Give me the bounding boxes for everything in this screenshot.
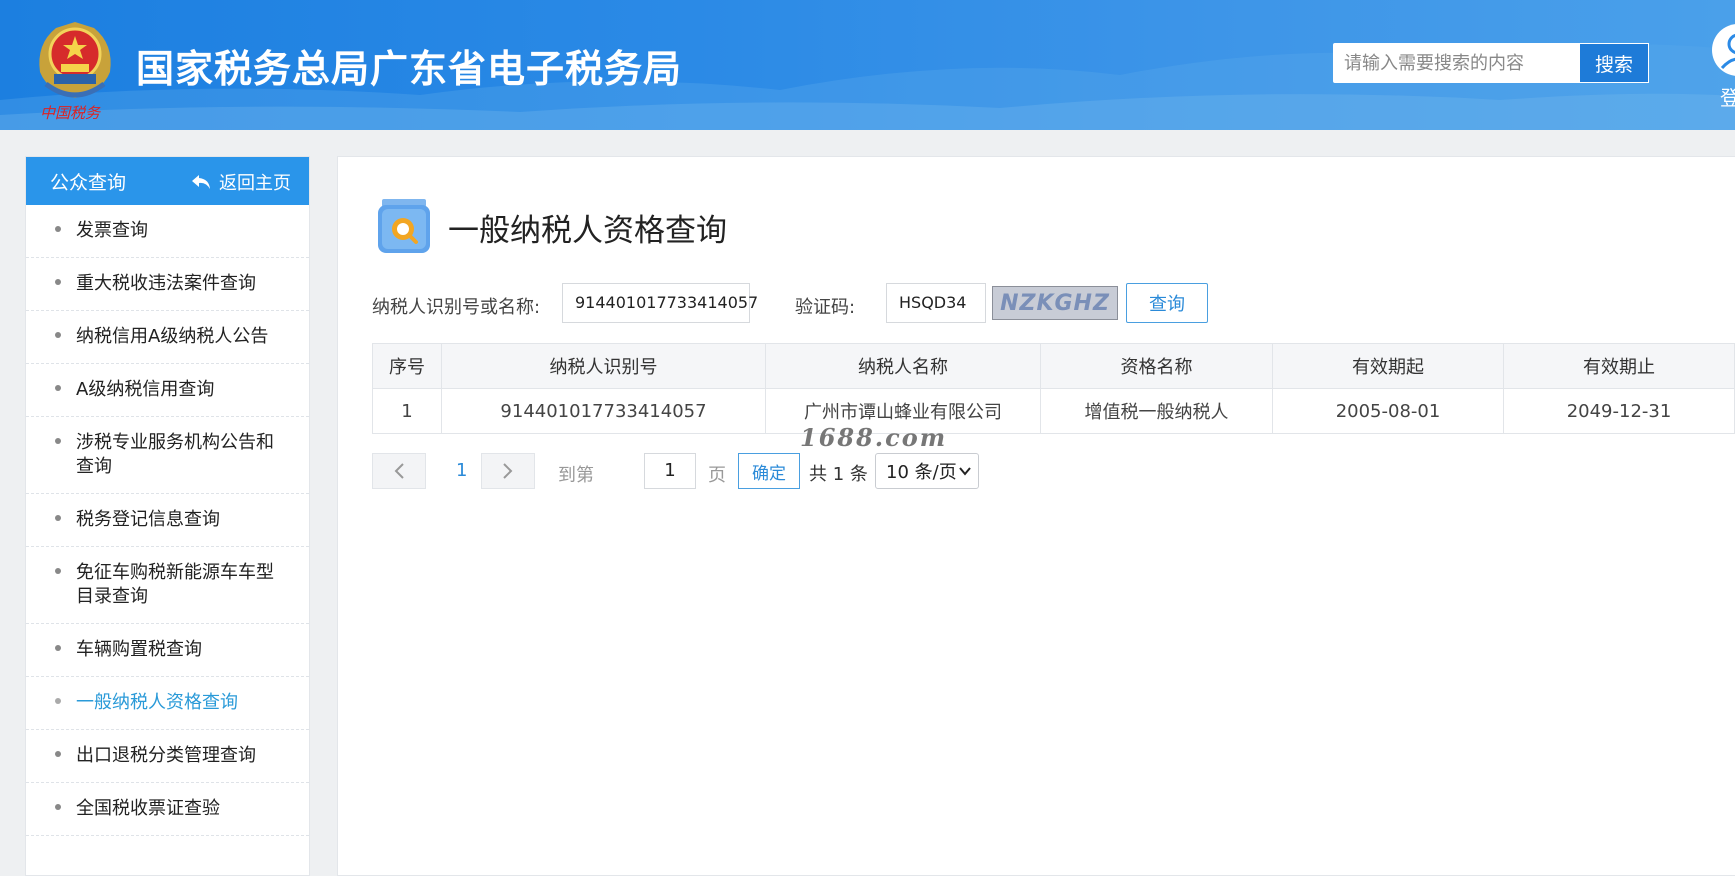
bullet-dot: [55, 804, 61, 810]
sidebar-item-label: 出口退税分类管理查询: [76, 745, 256, 766]
pagination: 1 到第 1 页 确定 共 1 条 10 条/页: [372, 453, 1072, 491]
chevron-down-icon: [959, 467, 971, 476]
sidebar-item-a-level-credit-query[interactable]: A级纳税信用查询: [26, 364, 309, 417]
bullet-dot: [55, 698, 61, 704]
page-number-current[interactable]: 1: [456, 460, 467, 481]
emblem-caption: 中国税务: [40, 104, 101, 122]
sidebar-item-new-energy-vehicle-catalog[interactable]: 免征车购税新能源车车型目录查询: [26, 547, 309, 624]
site-header: 中国税务 国家税务总局广东省电子税务局 搜索 登: [0, 0, 1735, 130]
sidebar-item-label: 涉税专业服务机构公告和查询: [76, 432, 274, 477]
bullet-dot: [55, 385, 61, 391]
total-count: 共 1 条: [809, 464, 868, 485]
bullet-dot: [55, 568, 61, 574]
chevron-left-icon: [394, 463, 404, 479]
sidebar-item-general-taxpayer-query[interactable]: 一般纳税人资格查询: [26, 677, 309, 730]
user-avatar-icon[interactable]: [1712, 24, 1735, 76]
sidebar-item-label: 免征车购税新能源车车型目录查询: [76, 562, 274, 607]
sidebar-item-tax-receipt-verify[interactable]: 全国税收票证查验: [26, 783, 309, 836]
column-header: 资格名称: [1040, 343, 1273, 389]
reply-arrow-icon: [192, 175, 210, 189]
header-search: 搜索: [1333, 43, 1649, 83]
chevron-right-icon: [503, 463, 513, 479]
sidebar-item-label: A级纳税信用查询: [76, 379, 215, 400]
sidebar-item-label: 发票查询: [76, 220, 148, 241]
table-cell: 2005-08-01: [1272, 388, 1504, 434]
table-cell: 1: [372, 388, 442, 434]
page-size-value: 10 条/页: [886, 462, 957, 483]
search-document-icon: [376, 197, 432, 255]
watermark-text: 1688.com: [800, 423, 948, 452]
column-header: 纳税人名称: [765, 343, 1041, 389]
column-header: 序号: [372, 343, 442, 389]
main-content: 一般纳税人资格查询 纳税人识别号或名称: 914401017733414057 …: [337, 156, 1735, 876]
bullet-dot: [55, 645, 61, 651]
table-row: 1 914401017733414057 广州市谭山蜂业有限公司 增值税一般纳税…: [372, 388, 1735, 434]
table-cell: 2049-12-31: [1503, 388, 1735, 434]
column-header: 有效期起: [1272, 343, 1504, 389]
sidebar-item-major-violation-query[interactable]: 重大税收违法案件查询: [26, 258, 309, 311]
bullet-dot: [55, 226, 61, 232]
sidebar-header: 公众查询 返回主页: [26, 157, 309, 205]
sidebar-item-label: 纳税信用A级纳税人公告: [76, 326, 269, 347]
sidebar-item-label: 车辆购置税查询: [76, 639, 202, 660]
captcha-label: 验证码:: [795, 297, 856, 318]
taxpayer-id-label: 纳税人识别号或名称:: [372, 297, 541, 318]
taxpayer-id-input[interactable]: 914401017733414057: [562, 283, 758, 323]
goto-label: 到第: [558, 465, 594, 486]
prev-page-button[interactable]: [372, 453, 426, 489]
page-title: 一般纳税人资格查询: [448, 213, 727, 249]
site-title[interactable]: 国家税务总局广东省电子税务局: [136, 38, 682, 93]
login-label[interactable]: 登: [1720, 82, 1735, 111]
table-cell: 914401017733414057: [441, 388, 766, 434]
query-form: 纳税人识别号或名称: 914401017733414057 验证码: HSQD3…: [372, 283, 1735, 325]
sidebar-item-label: 全国税收票证查验: [76, 798, 220, 819]
sidebar-item-vehicle-purchase-tax[interactable]: 车辆购置税查询: [26, 624, 309, 677]
page-size-select[interactable]: 10 条/页: [875, 453, 979, 489]
column-header: 有效期止: [1503, 343, 1735, 389]
sidebar-item-tax-registration-query[interactable]: 税务登记信息查询: [26, 494, 309, 547]
confirm-goto-button[interactable]: 确定: [738, 453, 800, 489]
sidebar-item-a-level-announcement[interactable]: 纳税信用A级纳税人公告: [26, 311, 309, 364]
login-area[interactable]: 登: [1712, 24, 1735, 114]
national-emblem-logo[interactable]: 中国税务: [32, 14, 118, 122]
sidebar-menu: 发票查询 重大税收违法案件查询 纳税信用A级纳税人公告 A级纳税信用查询 涉税专…: [26, 205, 309, 836]
bullet-dot: [55, 515, 61, 521]
back-home-button[interactable]: 返回主页: [191, 169, 291, 195]
sidebar-title: 公众查询: [50, 172, 127, 194]
table-header-row: 序号 纳税人识别号 纳税人名称 资格名称 有效期起 有效期止: [372, 343, 1735, 389]
bullet-dot: [55, 332, 61, 338]
bullet-dot: [55, 438, 61, 444]
page-unit-label: 页: [708, 465, 726, 486]
sidebar: 公众查询 返回主页 发票查询 重大税收违法案件查询 纳税信用A级纳税人公告 A级…: [25, 156, 310, 876]
next-page-button[interactable]: [481, 453, 535, 489]
goto-page-input[interactable]: 1: [644, 453, 696, 489]
bullet-dot: [55, 751, 61, 757]
table-cell: 增值税一般纳税人: [1040, 388, 1273, 434]
sidebar-item-tax-service-agency[interactable]: 涉税专业服务机构公告和查询: [26, 417, 309, 494]
query-button[interactable]: 查询: [1126, 283, 1208, 323]
sidebar-item-label: 重大税收违法案件查询: [76, 273, 256, 294]
sidebar-item-invoice-query[interactable]: 发票查询: [26, 205, 309, 258]
search-input[interactable]: [1334, 44, 1579, 82]
captcha-image[interactable]: NZKGHZ: [992, 286, 1118, 320]
sidebar-item-label: 一般纳税人资格查询: [76, 692, 238, 713]
result-table: 序号 纳税人识别号 纳税人名称 资格名称 有效期起 有效期止 1 9144010…: [372, 343, 1735, 434]
back-home-label: 返回主页: [219, 173, 291, 194]
column-header: 纳税人识别号: [441, 343, 766, 389]
search-button[interactable]: 搜索: [1579, 43, 1649, 83]
sidebar-item-export-rebate-query[interactable]: 出口退税分类管理查询: [26, 730, 309, 783]
bullet-dot: [55, 279, 61, 285]
sidebar-item-label: 税务登记信息查询: [76, 509, 220, 530]
captcha-input[interactable]: HSQD34: [886, 283, 986, 323]
